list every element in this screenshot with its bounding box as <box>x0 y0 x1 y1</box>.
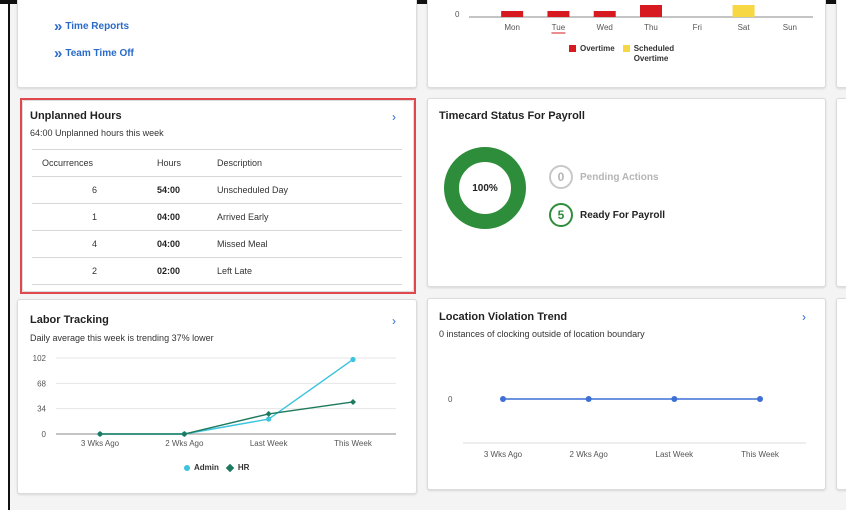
x-axis-tick-label: Wed <box>597 23 613 32</box>
x-axis-tick-label: Thu <box>644 23 658 32</box>
admin-swatch <box>184 464 190 471</box>
legend-admin: Admin <box>184 463 219 472</box>
y-axis-tick-label: 68 <box>37 379 46 388</box>
y-axis-tick-label: 34 <box>37 405 46 414</box>
legend-scheduled-overtime: Scheduled Overtime <box>622 44 680 64</box>
labor-legend: Admin HR <box>184 463 257 472</box>
y-axis-tick-label: 0 <box>455 10 460 19</box>
pending-actions-item[interactable]: 0 Pending Actions <box>549 165 659 189</box>
location-violation-subtitle: 0 instances of clocking outside of locat… <box>439 329 645 339</box>
y-axis-tick-label: 0 <box>42 430 47 439</box>
x-axis-tick-label: 2 Wks Ago <box>570 450 609 459</box>
donut-percent-label: 100% <box>472 182 498 194</box>
x-axis-tick-label: Last Week <box>250 439 289 448</box>
partial-card-right-1 <box>836 0 846 88</box>
location-violation-card[interactable]: Location Violation Trend › 0 instances o… <box>427 298 826 490</box>
legend-overtime: Overtime <box>569 44 615 53</box>
ready-for-payroll-label: Ready For Payroll <box>580 209 666 221</box>
x-axis-tick-label: This Week <box>334 439 373 448</box>
bar-scheduled-overtime <box>732 5 755 17</box>
x-axis-tick-label: Sun <box>783 23 797 32</box>
overtime-card: 0 Mon Tue Wed Thu Fri Sat Sun Overtime Schedule… <box>427 0 826 88</box>
data-point <box>500 396 506 402</box>
bar-overtime <box>593 11 616 17</box>
legend-overtime-label: Overtime <box>580 44 615 53</box>
labor-tracking-subtitle: Daily average this week is trending 37% … <box>30 333 214 343</box>
time-reports-link[interactable]: » Time Reports <box>54 17 130 35</box>
pending-count-badge: 0 <box>549 165 573 189</box>
x-axis-tick-label: Mon <box>504 23 520 32</box>
timecard-status-title: Timecard Status For Payroll <box>439 110 585 122</box>
x-axis-tick-label: Sat <box>738 23 751 32</box>
x-axis-tick-label: Tue <box>552 23 566 32</box>
data-point <box>585 396 592 402</box>
legend-hr: HR <box>225 463 250 472</box>
legend-scheduled-overtime-label: Scheduled Overtime <box>633 44 675 63</box>
team-time-off-label: Team Time Off <box>65 48 134 59</box>
x-axis-tick-label: 2 Wks Ago <box>165 439 204 448</box>
labor-tracking-chart: 102 68 34 0 3 Wks Ago 2 Wks Ago Last Week This … <box>33 354 396 448</box>
location-violation-chart: 0 3 Wks Ago 2 Wks Ago Last Week This Week <box>448 395 806 459</box>
overtime-swatch <box>569 45 576 52</box>
partial-card-right-3 <box>836 298 846 490</box>
ready-for-payroll-item[interactable]: 5 Ready For Payroll <box>549 203 665 227</box>
payroll-donut-chart: 100% <box>444 147 526 229</box>
ready-count-badge: 5 <box>549 203 573 227</box>
chevron-right-icon[interactable]: › <box>392 315 396 327</box>
data-point-hr <box>181 431 188 437</box>
selection-highlight <box>20 98 416 294</box>
labor-tracking-card[interactable]: Labor Tracking › Daily average this week… <box>17 299 417 494</box>
x-axis-tick-label: Last Week <box>656 450 695 459</box>
y-axis-tick-label: 0 <box>448 395 453 404</box>
data-point-admin <box>266 416 272 422</box>
data-point-hr <box>350 398 356 405</box>
pending-actions-label: Pending Actions <box>580 171 659 183</box>
series-line-hr <box>100 401 354 435</box>
chevron-right-icon[interactable]: › <box>802 311 806 323</box>
team-time-off-link[interactable]: » Team Time Off <box>54 44 134 62</box>
legend-admin-label: Admin <box>194 463 219 472</box>
timecard-status-card[interactable]: Timecard Status For Payroll 100% 0 Pendi… <box>427 98 826 287</box>
data-point-hr <box>97 431 103 437</box>
data-point <box>671 396 678 402</box>
location-violation-title: Location Violation Trend <box>439 311 568 323</box>
legend-hr-label: HR <box>237 463 250 472</box>
double-chevron-icon: » <box>54 17 63 35</box>
time-reports-label: Time Reports <box>65 21 130 32</box>
x-axis-tick-label: 3 Wks Ago <box>81 439 120 448</box>
partial-card-right-2 <box>836 98 846 287</box>
x-axis-tick-label: This Week <box>741 450 780 459</box>
hr-swatch <box>225 463 235 472</box>
series-line-admin <box>100 358 354 435</box>
bar-overtime <box>640 5 662 17</box>
data-point-admin <box>350 356 356 363</box>
data-point-hr <box>265 410 272 417</box>
data-point <box>757 396 763 402</box>
x-axis-tick-label: 3 Wks Ago <box>484 450 523 459</box>
scheduled-overtime-swatch <box>622 45 630 52</box>
quick-links-card: » Time Reports » Team Time Off <box>17 0 417 88</box>
double-chevron-icon: » <box>54 44 63 62</box>
labor-tracking-title: Labor Tracking <box>30 314 109 326</box>
overtime-legend: Overtime Scheduled Overtime <box>569 44 688 64</box>
x-axis-tick-label: Fri <box>693 23 703 32</box>
bar-overtime <box>547 11 570 17</box>
y-axis-tick-label: 102 <box>33 354 47 363</box>
bar-overtime <box>501 11 524 17</box>
